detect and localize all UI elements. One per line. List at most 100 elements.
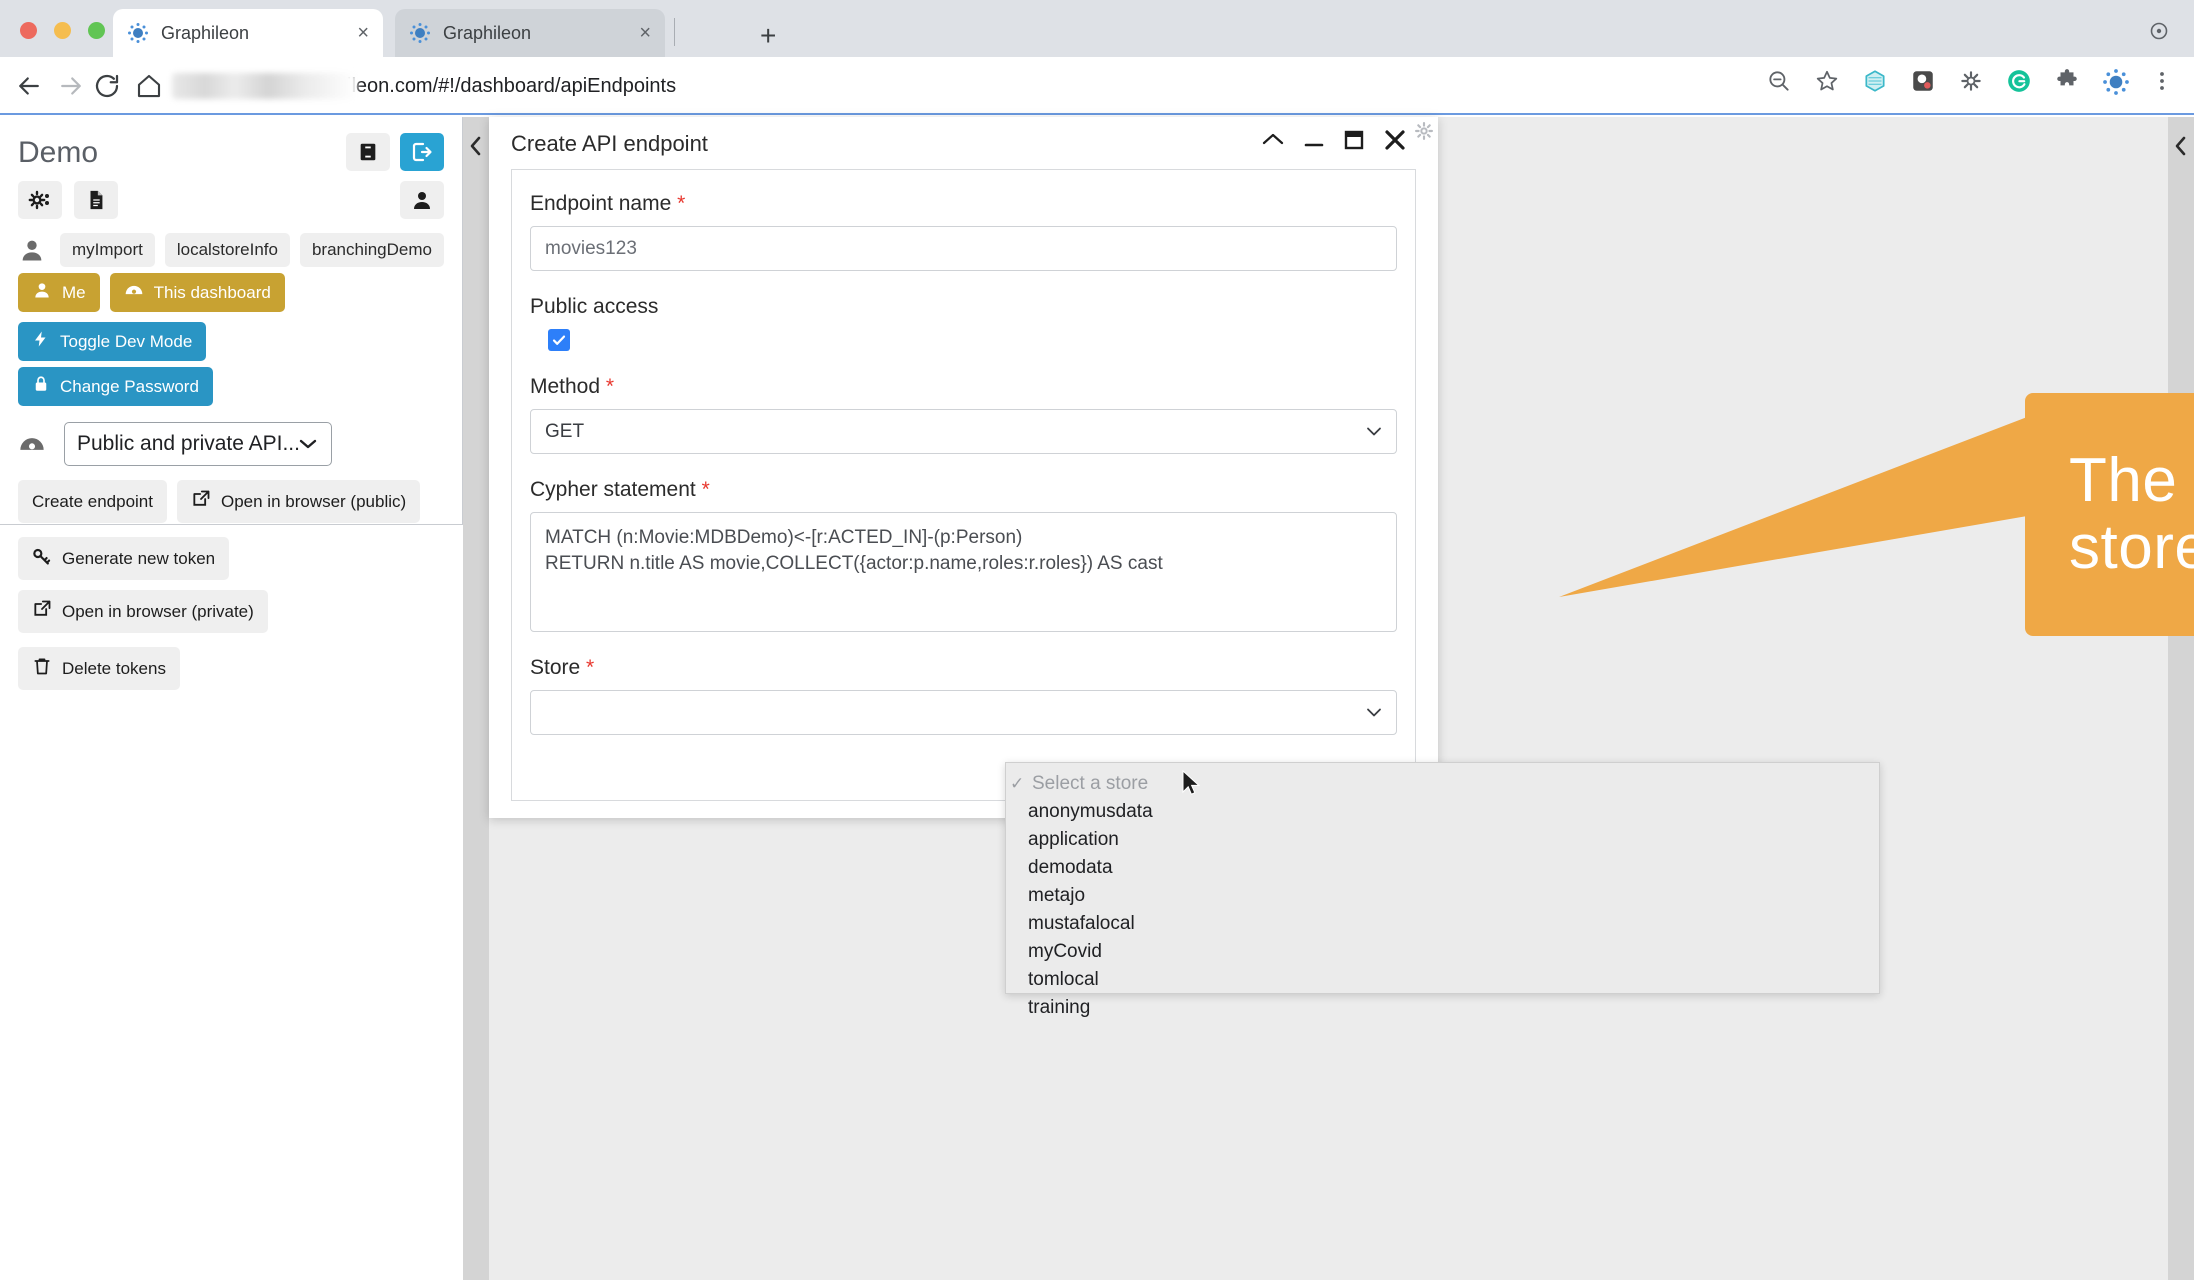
zoom-out-icon[interactable]	[1766, 68, 1796, 98]
chevron-left-icon	[468, 135, 484, 1280]
chip-branchingdemo[interactable]: branchingDemo	[299, 233, 444, 267]
collapse-left-panel-button[interactable]	[463, 117, 489, 1280]
endpoint-name-input[interactable]: movies123	[530, 226, 1397, 271]
api-select-row: Public and private API...	[18, 422, 444, 466]
open-in-browser-public-button[interactable]: Open in browser (public)	[176, 480, 421, 523]
logout-button[interactable]	[400, 133, 444, 171]
close-button[interactable]	[1382, 127, 1408, 158]
dropdown-item-label: Select a store	[1032, 773, 1149, 794]
required-marker: *	[586, 656, 595, 679]
dropdown-item-mycovid[interactable]: myCovid	[1006, 938, 1879, 966]
open-private-label: Open in browser (private)	[62, 601, 254, 621]
method-select[interactable]: GET	[530, 409, 1397, 454]
reload-icon[interactable]	[92, 71, 122, 101]
store-label-text: Store	[530, 656, 581, 679]
sidebar-action-row-1: Me This dashboard Toggle Dev Mode	[18, 273, 444, 361]
browser-tab-1[interactable]: Graphileon ×	[113, 9, 383, 57]
change-password-button[interactable]: Change Password	[18, 367, 213, 406]
lock-icon	[32, 374, 50, 399]
dropdown-item-application[interactable]: application	[1006, 826, 1879, 854]
extension-hex-icon[interactable]	[1862, 68, 1892, 98]
dropdown-item-mustafalocal[interactable]: mustafalocal	[1006, 910, 1879, 938]
required-marker: *	[701, 478, 710, 501]
store-dropdown-list[interactable]: ✓ Select a store anonymusdata applicatio…	[1005, 762, 1880, 1018]
book-button[interactable]	[346, 133, 390, 171]
settings-button[interactable]	[18, 181, 62, 219]
graphileon-profile-icon[interactable]	[2102, 68, 2132, 98]
cypher-statement-textarea[interactable]: MATCH (n:Movie:MDBDemo)<-[r:ACTED_IN]-(p…	[530, 512, 1397, 632]
dropdown-item-select-a-store[interactable]: ✓ Select a store	[1006, 770, 1879, 798]
delete-tokens-label: Delete tokens	[62, 658, 166, 678]
dropdown-item-training[interactable]: training	[1006, 994, 1879, 1022]
store-select[interactable]	[530, 690, 1397, 735]
dropdown-item-anonymusdata[interactable]: anonymusdata	[1006, 798, 1879, 826]
grammarly-icon[interactable]	[2006, 68, 2036, 98]
change-password-label: Change Password	[60, 376, 199, 396]
sidebar-chips-row: myImport localstoreInfo branchingDemo	[18, 233, 444, 267]
generate-new-token-button[interactable]: Generate new token	[18, 537, 230, 580]
new-tab-button[interactable]: +	[760, 22, 776, 50]
dropdown-item-tomlocal[interactable]: tomlocal	[1006, 966, 1879, 994]
public-access-checkbox[interactable]	[548, 329, 570, 351]
store-label: Store *	[530, 656, 1397, 680]
dropdown-item-demodata[interactable]: demodata	[1006, 854, 1879, 882]
chip-myimport[interactable]: myImport	[60, 233, 155, 267]
sidebar-title: Demo	[18, 136, 99, 169]
minimize-window-button[interactable]	[54, 22, 71, 39]
callout-line-1: The graph	[2069, 445, 2194, 515]
endpoint-buttons-row-3: Delete tokens	[18, 647, 444, 690]
this-dashboard-button[interactable]: This dashboard	[109, 273, 285, 312]
dashboard-icon	[124, 280, 144, 305]
sidebar-icon-row	[18, 181, 444, 227]
textarea-resize-grip[interactable]	[1381, 617, 1393, 629]
create-endpoint-button[interactable]: Create endpoint	[18, 480, 167, 523]
dashboard-icon	[18, 430, 46, 458]
create-endpoint-label: Create endpoint	[32, 491, 153, 511]
collapse-button[interactable]	[1260, 130, 1286, 155]
dropdown-item-label: anonymusdata	[1028, 801, 1153, 822]
maximize-button[interactable]	[1342, 129, 1366, 156]
key-icon	[32, 546, 52, 571]
forward-arrow-icon[interactable]	[56, 71, 86, 101]
tab-close-button[interactable]: ×	[631, 23, 651, 43]
document-button[interactable]	[74, 181, 118, 219]
sidebar-action-row-2: Change Password	[18, 367, 444, 406]
extensions-puzzle-icon[interactable]	[2054, 68, 2084, 98]
delete-tokens-button[interactable]: Delete tokens	[18, 647, 180, 690]
endpoint-buttons-row-2: Generate new token Open in browser (priv…	[18, 537, 444, 633]
external-link-icon	[32, 599, 52, 624]
close-window-button[interactable]	[20, 22, 37, 39]
api-select[interactable]: Public and private API...	[64, 422, 332, 466]
window-options-icon[interactable]	[2150, 22, 2168, 40]
me-button[interactable]: Me	[18, 273, 100, 312]
tab-close-button[interactable]: ×	[349, 23, 369, 43]
user-button[interactable]	[400, 181, 444, 219]
minimize-button[interactable]	[1302, 130, 1326, 155]
tab-title: Graphileon	[443, 22, 532, 43]
maximize-window-button[interactable]	[88, 22, 105, 39]
dropdown-item-label: metajo	[1028, 885, 1086, 906]
dropdown-item-label: myCovid	[1028, 941, 1102, 962]
dropdown-item-label: mustafalocal	[1028, 913, 1135, 934]
browser-tab-2[interactable]: Graphileon ×	[395, 9, 665, 57]
mouse-pointer-icon	[1182, 769, 1202, 798]
open-in-browser-private-button[interactable]: Open in browser (private)	[18, 590, 268, 633]
back-arrow-icon[interactable]	[14, 71, 44, 101]
endpoint-name-label-text: Endpoint name	[530, 192, 672, 215]
gear-icon[interactable]	[1414, 121, 1434, 146]
bookmark-star-icon[interactable]	[1814, 68, 1844, 98]
address-bar[interactable]: ileon.com/#!/dashboard/apiEndpoints	[172, 67, 676, 105]
tab-strip: Graphileon × Graphileon × +	[0, 0, 2194, 57]
dropdown-item-label: training	[1028, 997, 1091, 1018]
tab-divider	[674, 18, 675, 46]
collapse-right-panel-button[interactable]	[2168, 117, 2194, 1280]
cypher-statement-label-text: Cypher statement	[530, 478, 696, 501]
extension-dark-icon[interactable]	[1910, 68, 1940, 98]
dropdown-item-metajo[interactable]: metajo	[1006, 882, 1879, 910]
tab-title: Graphileon	[161, 22, 250, 43]
chrome-menu-icon[interactable]	[2150, 68, 2180, 98]
extension-asterisk-icon[interactable]	[1958, 68, 1988, 98]
home-icon[interactable]	[134, 71, 164, 101]
chip-localstoreinfo[interactable]: localstoreInfo	[164, 233, 290, 267]
toggle-dev-mode-button[interactable]: Toggle Dev Mode	[18, 322, 207, 361]
